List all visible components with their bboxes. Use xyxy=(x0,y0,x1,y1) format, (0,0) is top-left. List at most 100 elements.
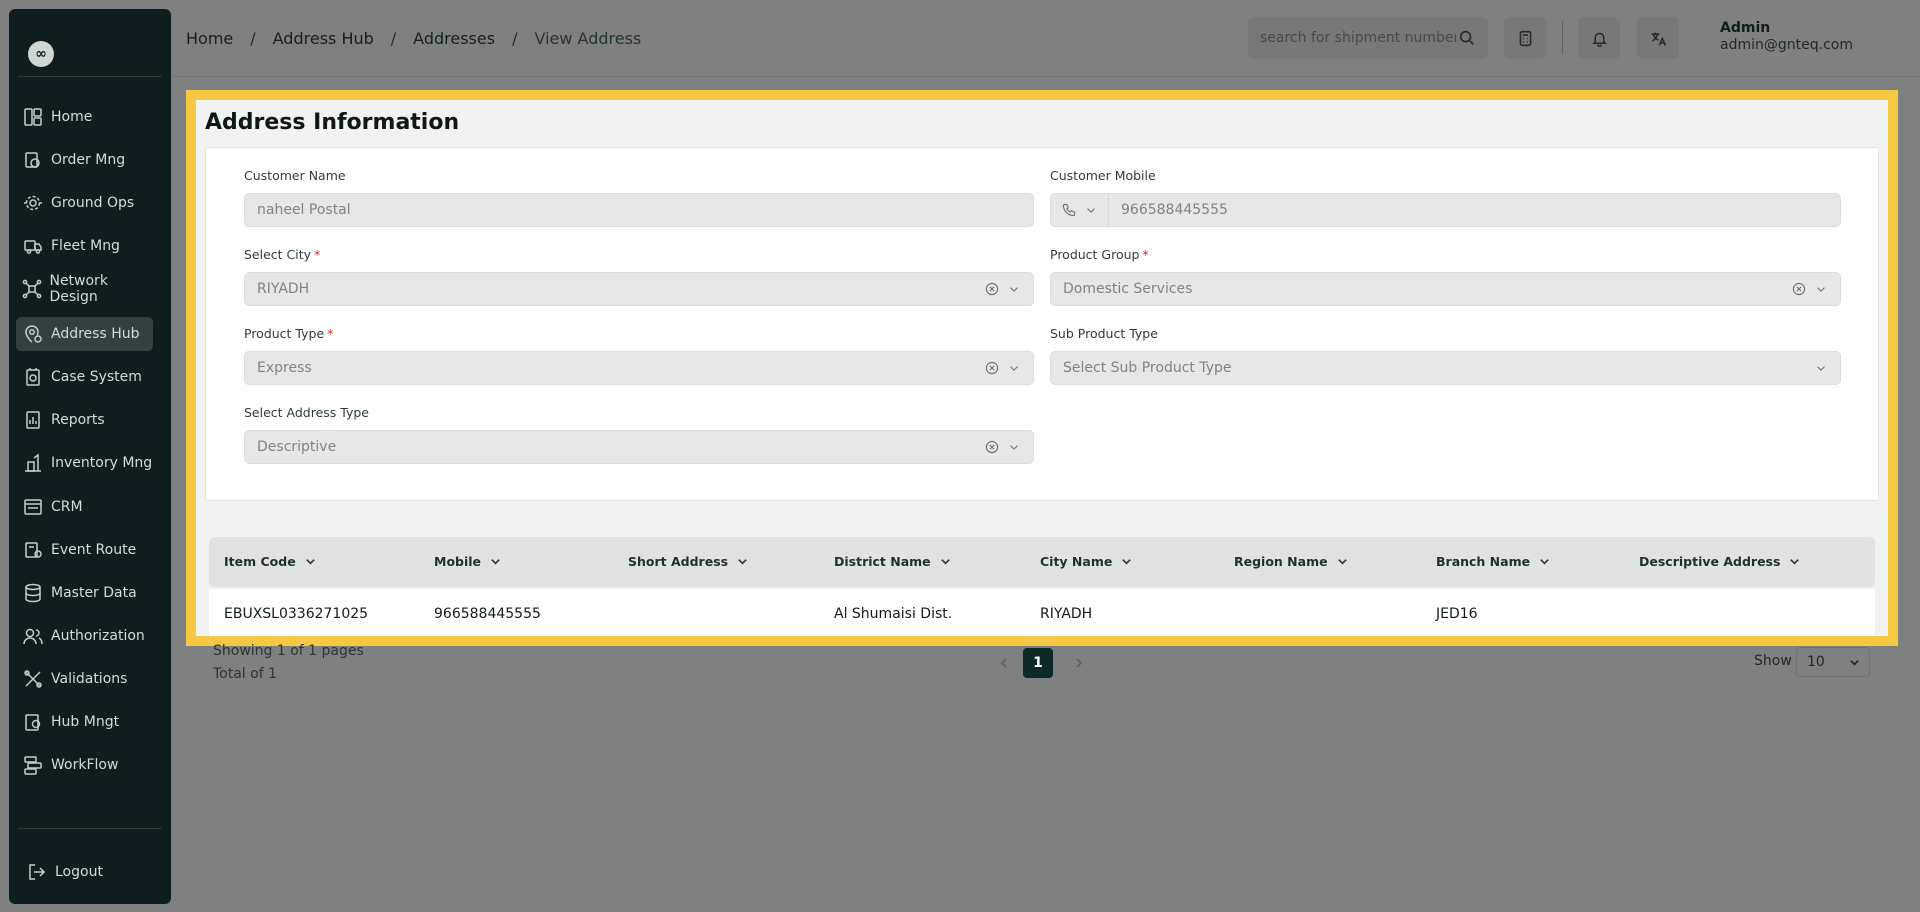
city-label-text: Select City xyxy=(244,247,312,262)
sidebar-item-home[interactable]: Home xyxy=(16,100,153,134)
user-email: admin@gnteq.com xyxy=(1720,37,1853,53)
sidebar-item-label: Fleet Mng xyxy=(51,238,120,254)
column-header-item-code[interactable]: Item Code xyxy=(224,554,316,569)
cell-city-name: RIYADH xyxy=(1040,606,1093,622)
chevron-down-icon xyxy=(738,559,747,565)
sidebar-item-event-route[interactable]: Event Route xyxy=(16,533,153,567)
radar-icon xyxy=(22,192,44,214)
chevron-down-icon[interactable] xyxy=(1007,361,1021,379)
sidebar-item-label: Order Mng xyxy=(51,152,126,168)
customer-name-label: Customer Name xyxy=(244,168,346,183)
city-select[interactable]: RIYADH xyxy=(244,272,1034,306)
bell-icon xyxy=(1591,32,1607,47)
logout-label: Logout xyxy=(55,864,103,880)
chevron-down-icon[interactable] xyxy=(1814,361,1828,379)
search-icon[interactable] xyxy=(1458,29,1476,47)
route-icon xyxy=(22,539,44,561)
prev-page-button[interactable] xyxy=(989,648,1019,678)
logout-button[interactable]: Logout xyxy=(20,855,157,889)
chevron-down-icon xyxy=(491,559,500,565)
sub-product-type-select[interactable]: Select Sub Product Type xyxy=(1050,351,1841,385)
breadcrumb-addresses[interactable]: Addresses xyxy=(413,29,495,48)
chevron-down-icon[interactable] xyxy=(1007,282,1021,300)
column-header-city-name[interactable]: City Name xyxy=(1040,554,1132,569)
table-row[interactable]: EBUXSL0336271025 966588445555 Al Shumais… xyxy=(209,589,1875,636)
logout-icon xyxy=(26,861,48,883)
breadcrumb-home[interactable]: Home xyxy=(186,29,233,48)
search-input[interactable] xyxy=(1260,30,1456,46)
customer-name-field[interactable]: naheel Postal xyxy=(244,193,1034,227)
notifications-button[interactable] xyxy=(1578,17,1620,59)
page-size-label: Show xyxy=(1754,653,1792,669)
sidebar-item-ground-ops[interactable]: Ground Ops xyxy=(16,186,153,220)
inventory-icon xyxy=(22,452,44,474)
chevron-down-icon[interactable] xyxy=(1814,282,1828,300)
column-label: Descriptive Address xyxy=(1639,554,1781,569)
customer-mobile-field[interactable]: 966588445555 xyxy=(1050,193,1841,227)
calculator-button[interactable] xyxy=(1504,17,1546,59)
breadcrumb-address-hub[interactable]: Address Hub xyxy=(273,29,374,48)
translate-icon xyxy=(1651,32,1666,46)
sidebar-item-crm[interactable]: CRM xyxy=(16,490,153,524)
clear-icon[interactable] xyxy=(985,440,999,458)
hub-icon xyxy=(22,711,44,733)
case-icon xyxy=(22,366,44,388)
calculator-icon xyxy=(1519,30,1531,46)
infinity-logo-icon: ∞ xyxy=(28,41,54,67)
column-header-district-name[interactable]: District Name xyxy=(834,554,951,569)
column-header-region-name[interactable]: Region Name xyxy=(1234,554,1348,569)
sidebar-item-reports[interactable]: Reports xyxy=(16,403,153,437)
sidebar-item-label: Home xyxy=(51,109,93,125)
clear-icon[interactable] xyxy=(985,282,999,300)
next-page-button[interactable] xyxy=(1064,648,1094,678)
language-button[interactable] xyxy=(1637,17,1679,59)
product-type-select[interactable]: Express xyxy=(244,351,1034,385)
page-title: Address Information xyxy=(205,110,460,135)
column-header-branch-name[interactable]: Branch Name xyxy=(1436,554,1550,569)
product-type-value: Express xyxy=(257,360,312,376)
sidebar-item-workflow[interactable]: WorkFlow xyxy=(16,748,153,782)
app-logo[interactable]: ∞ xyxy=(21,33,65,77)
map-pin-icon xyxy=(22,323,44,345)
chevron-right-icon xyxy=(1076,658,1083,668)
sidebar-item-network-design[interactable]: Network Design xyxy=(16,272,153,306)
column-label: District Name xyxy=(834,554,931,569)
sidebar-item-authorization[interactable]: Authorization xyxy=(16,619,153,653)
sidebar-item-fleet-mng[interactable]: Fleet Mng xyxy=(16,229,153,263)
sidebar-item-validations[interactable]: Validations xyxy=(16,662,153,696)
column-header-short-address[interactable]: Short Address xyxy=(628,554,748,569)
sidebar-item-master-data[interactable]: Master Data xyxy=(16,576,153,610)
report-icon xyxy=(22,409,44,431)
users-icon xyxy=(22,625,44,647)
clear-icon[interactable] xyxy=(985,361,999,379)
breadcrumb-separator: / xyxy=(512,28,518,48)
sidebar-item-order-mng[interactable]: Order Mng xyxy=(16,143,153,177)
page-size-select[interactable]: 10 xyxy=(1796,647,1870,677)
address-type-value: Descriptive xyxy=(257,439,337,455)
header-divider xyxy=(1562,21,1563,54)
cell-mobile: 966588445555 xyxy=(434,606,541,622)
required-mark: * xyxy=(327,326,334,341)
product-type-label: Product Type * xyxy=(244,326,333,341)
sidebar-item-hub-mngt[interactable]: Hub Mngt xyxy=(16,705,153,739)
sidebar-item-inventory-mng[interactable]: Inventory Mng xyxy=(16,446,153,480)
product-group-select[interactable]: Domestic Services xyxy=(1050,272,1841,306)
column-header-mobile[interactable]: Mobile xyxy=(434,554,501,569)
customer-mobile-value: 966588445555 xyxy=(1121,202,1228,218)
chevron-down-icon xyxy=(1337,559,1347,565)
cell-branch-name: JED16 xyxy=(1436,606,1478,622)
sidebar-item-address-hub[interactable]: Address Hub xyxy=(16,317,153,351)
column-header-descriptive-address[interactable]: Descriptive Address xyxy=(1639,554,1800,569)
address-type-select[interactable]: Descriptive xyxy=(244,430,1034,464)
product-type-label-text: Product Type xyxy=(244,326,325,341)
page-1-button[interactable]: 1 xyxy=(1023,648,1053,678)
country-code-select[interactable] xyxy=(1051,194,1109,226)
sidebar-item-case-system[interactable]: Case System xyxy=(16,360,153,394)
clear-icon[interactable] xyxy=(1792,282,1806,300)
dashboard-icon xyxy=(22,106,44,128)
chevron-down-icon[interactable] xyxy=(1007,440,1021,458)
sidebar-item-label: Network Design xyxy=(49,273,108,305)
user-profile[interactable]: Admin admin@gnteq.com xyxy=(1720,20,1880,53)
column-label: Item Code xyxy=(224,554,296,569)
column-label: Mobile xyxy=(434,554,482,569)
